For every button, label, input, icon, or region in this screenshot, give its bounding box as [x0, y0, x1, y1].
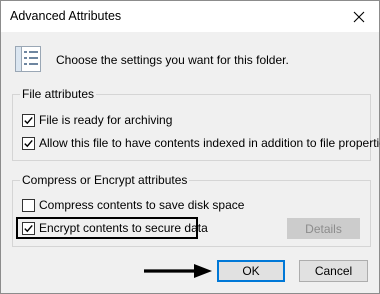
index-label: Allow this file to have contents indexed… [39, 136, 380, 150]
archive-checkbox[interactable] [22, 113, 35, 127]
advanced-attributes-dialog: Advanced Attributes Choose the settings … [0, 0, 380, 294]
compress-checkbox[interactable] [22, 198, 35, 212]
encrypt-checkbox[interactable] [22, 221, 35, 235]
archive-checkbox-row[interactable]: File is ready for archiving [22, 113, 172, 127]
file-attributes-title: File attributes [20, 87, 97, 101]
file-attributes-group: File attributes [12, 87, 371, 161]
index-checkbox[interactable] [22, 136, 35, 150]
close-icon [353, 11, 365, 22]
arrow-right-icon [144, 264, 212, 278]
checkmark-icon [24, 116, 33, 124]
cancel-button[interactable]: Cancel [299, 260, 368, 282]
compress-checkbox-row[interactable]: Compress contents to save disk space [22, 198, 244, 212]
compress-label: Compress contents to save disk space [39, 198, 245, 212]
checkmark-icon [24, 139, 33, 147]
encrypt-checkbox-row[interactable]: Encrypt contents to secure data [22, 221, 208, 235]
encrypt-label: Encrypt contents to secure data [39, 221, 208, 235]
details-button[interactable]: Details [287, 218, 360, 239]
close-button[interactable] [339, 1, 379, 32]
compress-encrypt-title: Compress or Encrypt attributes [20, 173, 190, 187]
properties-list-icon [15, 46, 41, 72]
dialog-title: Advanced Attributes [10, 9, 122, 23]
ok-button[interactable]: OK [217, 260, 285, 282]
archive-label: File is ready for archiving [39, 113, 173, 127]
checkmark-icon [24, 224, 33, 232]
header-description: Choose the settings you want for this fo… [56, 53, 289, 67]
title-bar: Advanced Attributes [1, 1, 379, 32]
index-checkbox-row[interactable]: Allow this file to have contents indexed… [22, 136, 380, 150]
